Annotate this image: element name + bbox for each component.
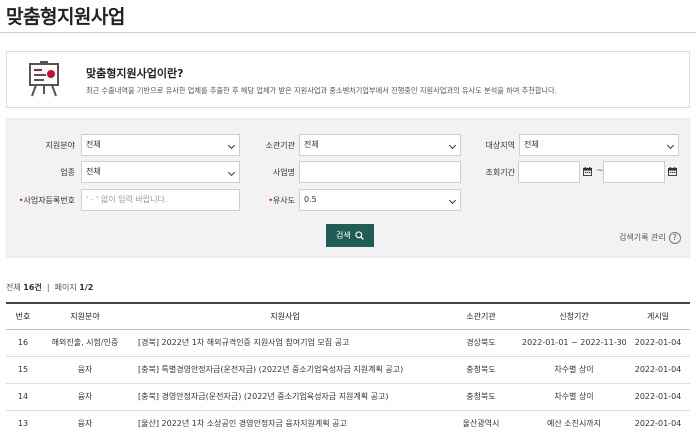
- row-agency: 충청북도: [440, 383, 522, 411]
- row-period: 2022-01-01 ~ 2022-11-30: [522, 329, 626, 357]
- period-label: 조회기간: [485, 168, 515, 177]
- help-icon[interactable]: ?: [668, 232, 681, 244]
- period-end-input[interactable]: [603, 161, 665, 183]
- table-row[interactable]: 16 해외진출, 시험/인증 [경북] 2022년 1차 해외규격인증 지원사업…: [6, 329, 690, 357]
- period-start-input[interactable]: [518, 161, 580, 183]
- table-row[interactable]: 15 융자 [충북] 특별경영안정자금(운전자금) (2022년 중소기업육성자…: [6, 356, 690, 384]
- col-header-field: 지원분야: [40, 302, 130, 330]
- row-title-link[interactable]: [충북] 경영안정자금(운전자금) (2022년 중소기업육성자금 지원계획 공…: [130, 383, 440, 411]
- col-header-agency: 소관기관: [440, 302, 522, 330]
- agency-select[interactable]: 전체: [299, 134, 461, 156]
- search-button[interactable]: 검색: [326, 224, 374, 247]
- region-label: 대상지역: [485, 141, 515, 150]
- support-field-select[interactable]: 전체: [81, 134, 240, 156]
- industry-label: 업종: [60, 168, 75, 177]
- row-field: 융자: [40, 383, 130, 411]
- col-header-title: 지원사업: [130, 302, 440, 330]
- row-agency: 충청북도: [440, 356, 522, 384]
- presentation-board-icon: [29, 61, 59, 97]
- table-row[interactable]: 14 융자 [충북] 경영안정자금(운전자금) (2022년 중소기업육성자금 …: [6, 383, 690, 411]
- similarity-label: •유사도: [268, 196, 295, 205]
- search-history-link[interactable]: 검색기록 관리?: [619, 232, 681, 244]
- result-summary: 전체 16건 | 페이지 1/2: [6, 283, 94, 292]
- calendar-icon[interactable]: [668, 167, 677, 176]
- calendar-icon[interactable]: [583, 167, 592, 176]
- support-field-label: 지원분야: [45, 141, 75, 150]
- search-icon: [355, 231, 364, 241]
- row-title-link[interactable]: [경북] 2022년 1차 해외규격인증 지원사업 참여기업 모집 공고: [130, 329, 440, 357]
- intro-box: 맞춤형지원사업이란? 최근 수출내역을 기반으로 유사한 업체를 추출한 후 해…: [6, 51, 690, 108]
- row-no: 16: [6, 329, 40, 357]
- business-name-input[interactable]: [299, 161, 461, 183]
- row-date: 2022-01-04: [626, 356, 690, 384]
- intro-heading: 맞춤형지원사업이란?: [86, 67, 184, 80]
- business-name-label: 사업명: [272, 168, 295, 177]
- title-divider: [0, 32, 696, 33]
- biz-reg-no-input[interactable]: ' - ' 없이 입력 바랍니다.: [81, 189, 240, 211]
- row-period: 차수별 상이: [522, 356, 626, 384]
- col-header-no: 번호: [6, 302, 40, 330]
- row-title-link[interactable]: [충북] 특별경영안정자금(운전자금) (2022년 중소기업육성자금 지원계획…: [130, 356, 440, 384]
- row-period: 차수별 상이: [522, 383, 626, 411]
- filter-panel: 지원분야 전체 소관기관 전체 대상지역 전체 업종 전체 사업명 조회기간 ~…: [6, 118, 690, 258]
- row-field: 융자: [40, 410, 130, 433]
- row-date: 2022-01-04: [626, 329, 690, 357]
- row-field: 해외진출, 시험/인증: [40, 329, 130, 357]
- table-row[interactable]: 13 융자 [울산] 2022년 1차 소상공인 경영안정자금 융자지원계획 공…: [6, 410, 690, 433]
- col-header-period: 신청기간: [522, 302, 626, 330]
- row-no: 13: [6, 410, 40, 433]
- results-table: 번호 지원분야 지원사업 소관기관 신청기간 게시일 16 해외진출, 시험/인…: [6, 302, 690, 433]
- row-date: 2022-01-04: [626, 410, 690, 433]
- similarity-select[interactable]: 0.5: [299, 189, 461, 211]
- row-no: 14: [6, 383, 40, 411]
- row-agency: 울산광역시: [440, 410, 522, 433]
- intro-description: 최근 수출내역을 기반으로 유사한 업체를 추출한 후 해당 업체가 받은 지원…: [86, 86, 557, 95]
- agency-label: 소관기관: [265, 141, 295, 150]
- row-title-link[interactable]: [울산] 2022년 1차 소상공인 경영안정자금 융자지원계획 공고: [130, 410, 440, 433]
- industry-select[interactable]: 전체: [81, 161, 240, 183]
- row-field: 융자: [40, 356, 130, 384]
- row-no: 15: [6, 356, 40, 384]
- row-agency: 경상북도: [440, 329, 522, 357]
- col-header-date: 게시일: [626, 302, 690, 330]
- row-date: 2022-01-04: [626, 383, 690, 411]
- page-title: 맞춤형지원사업: [6, 6, 125, 28]
- table-header-row: 번호 지원분야 지원사업 소관기관 신청기간 게시일: [6, 302, 690, 330]
- row-period: 예산 소진시까지: [522, 410, 626, 433]
- region-select[interactable]: 전체: [519, 134, 679, 156]
- biz-reg-no-label: •사업자등록번호: [18, 196, 75, 205]
